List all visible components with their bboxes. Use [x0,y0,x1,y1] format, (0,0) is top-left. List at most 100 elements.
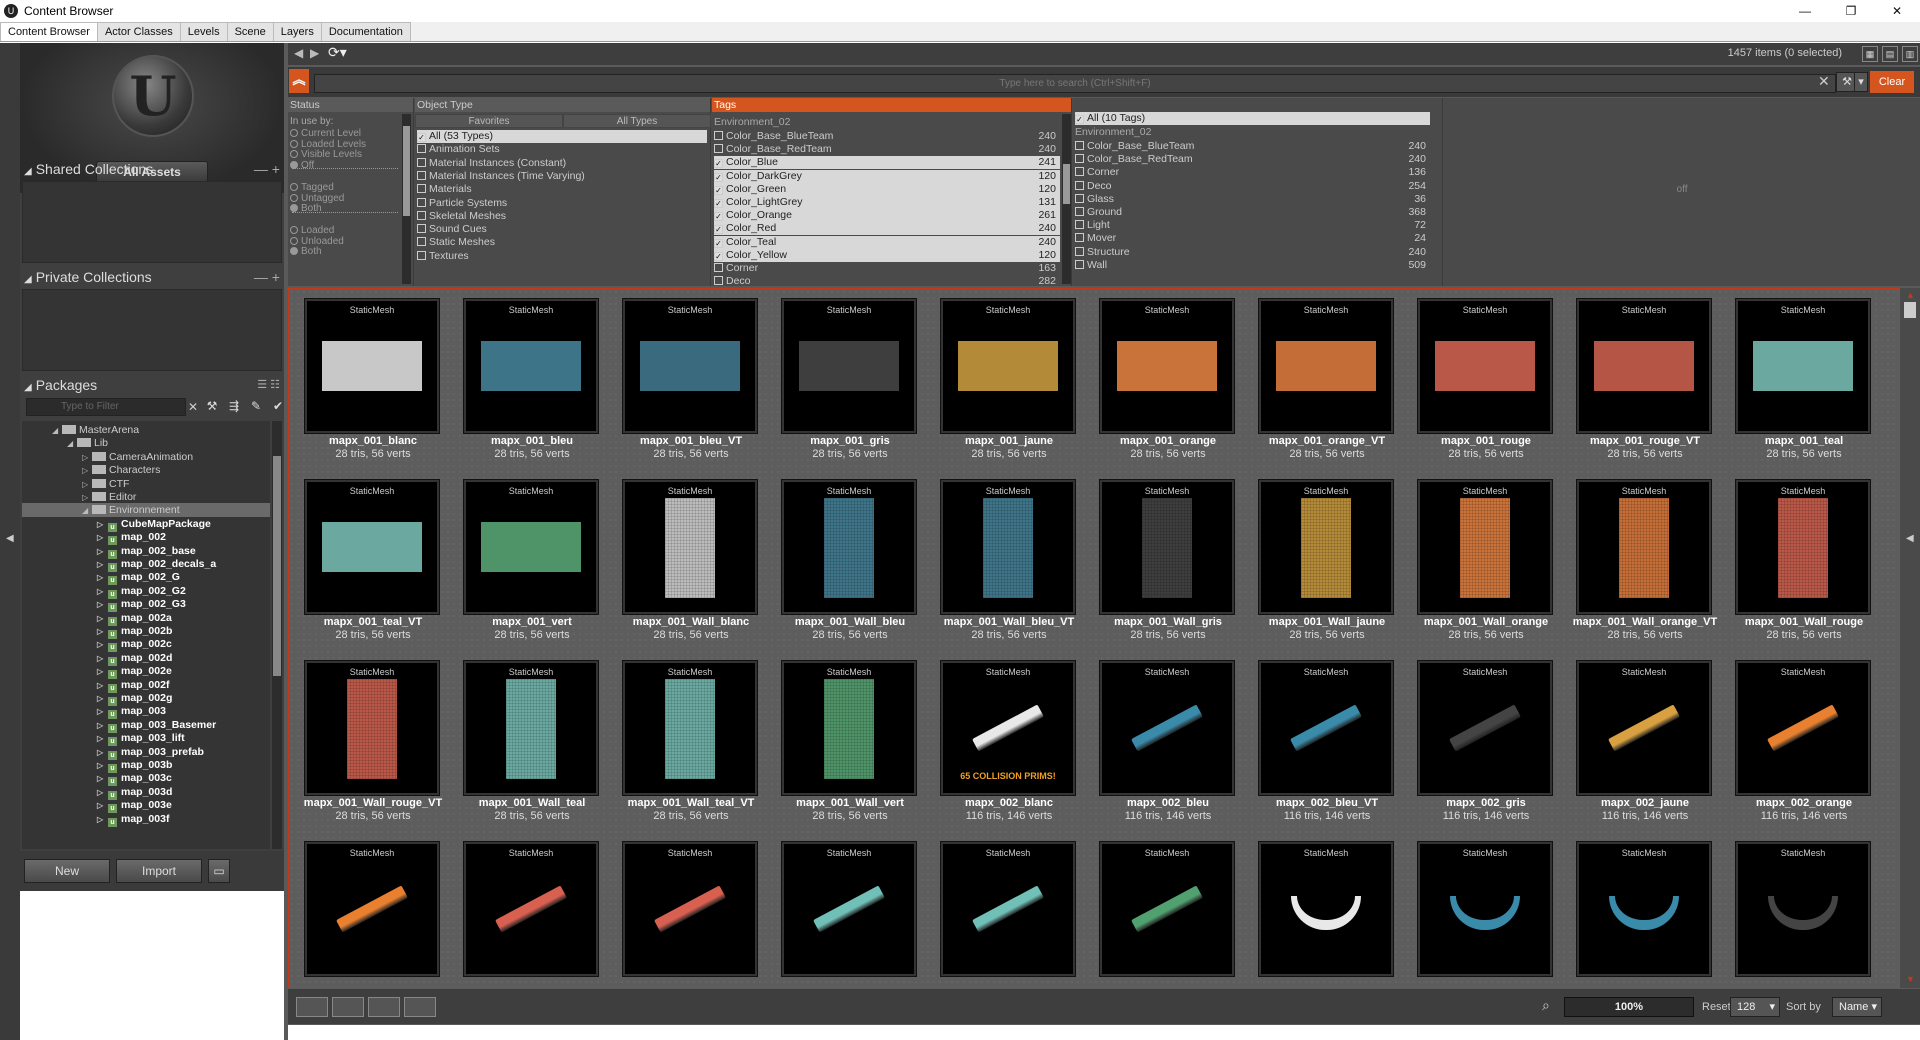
asset-tile[interactable]: StaticMesh mapx_001_Wall_bleu_VT 28 tris, … [941,480,1077,650]
asset-thumbnail[interactable]: StaticMesh [1100,299,1234,433]
asset-thumbnail[interactable]: StaticMesh [1259,842,1393,976]
radio-icon[interactable] [290,139,298,148]
tag-item[interactable]: Mover 24 [1075,232,1430,245]
asset-thumbnail[interactable]: StaticMesh [941,842,1075,976]
object-type-item[interactable]: Static Meshes [417,236,707,249]
checkbox-icon[interactable] [714,131,723,140]
collapse-right-icon[interactable]: ◀ [1906,533,1914,544]
forward-arrow-icon[interactable]: ▶ [310,46,319,60]
checkbox-icon[interactable] [417,237,426,247]
all-tags-toggle[interactable]: ✓ All (10 Tags) [1075,112,1430,125]
radio-icon[interactable] [290,193,298,202]
collapse-filters-icon[interactable]: ︽ [289,69,309,93]
shared-collections-header[interactable]: ◢ Shared Collections — + [20,159,284,179]
radio-icon[interactable] [290,204,298,212]
expand-triangle-icon[interactable]: ◢ [24,382,32,393]
asset-tile[interactable]: StaticMesh mapx_001_jaune 28 tris, 56 vert… [941,299,1077,469]
object-type-item[interactable]: Animation Sets [417,143,707,156]
tree-item[interactable]: ▷ u map_003 [22,704,270,721]
object-type-item[interactable]: Materials [417,183,707,196]
asset-thumbnail[interactable]: StaticMesh [1100,661,1234,795]
tag-item[interactable]: Corner 163 [714,262,1060,275]
tree-item[interactable]: ▷ u map_003e [22,798,270,815]
tag-item[interactable]: ✓ Color_Teal 240 [714,235,1060,249]
tag-item[interactable]: Corner 136 [1075,166,1430,179]
checkbox-icon[interactable] [417,197,426,207]
tree-item[interactable]: ▷ u map_002_base [22,544,270,560]
tree-item[interactable]: ▷ u map_002 [22,530,270,547]
tree-item[interactable]: ▷ CTF [22,477,270,491]
minimize-button[interactable]: — [1782,0,1828,22]
asset-tile[interactable]: StaticMesh mapx_001_Wall_orange 28 tris, 5… [1418,480,1554,650]
asset-tile[interactable]: StaticMesh mapx_001_orange_VT 28 tris, 56 … [1259,299,1395,469]
asset-tile[interactable]: StaticMesh [941,842,1077,987]
tab-scene[interactable]: Scene [226,22,274,41]
asset-tile[interactable]: StaticMesh mapx_001_rouge 28 tris, 56 vert… [1418,299,1554,469]
asset-tile[interactable]: StaticMesh mapx_001_Wall_gris 28 tris, 56 … [1100,480,1236,650]
tag-item[interactable]: ✓ Color_Red 240 [714,222,1060,236]
view-grid-icon[interactable] [404,997,436,1017]
asset-thumbnail[interactable]: StaticMesh [305,661,439,795]
expand-arrow-icon[interactable]: ▷ [97,813,107,827]
checkbox-icon[interactable] [1075,233,1084,243]
tree-item[interactable]: ▷ Editor [22,490,270,504]
asset-thumbnail[interactable]: StaticMesh [623,480,757,614]
asset-thumbnail[interactable]: StaticMesh [782,842,916,976]
expand-triangle-icon[interactable]: ◢ [24,166,32,177]
object-type-item[interactable]: Material Instances (Time Varying) [417,170,707,183]
asset-thumbnail[interactable]: StaticMesh [623,299,757,433]
radio-icon[interactable] [290,236,298,245]
scrollbar-thumb[interactable] [1063,164,1070,204]
asset-thumbnail[interactable]: StaticMesh 65 COLLISION PRIMS! [941,661,1075,795]
view-list-icon[interactable] [296,997,328,1017]
tag-item[interactable]: ✓ Color_Blue 241 [714,156,1060,170]
tags-scrollbar[interactable] [1062,114,1071,284]
tab-documentation[interactable]: Documentation [320,22,411,41]
asset-tile[interactable]: StaticMesh mapx_001_gris 28 tris, 56 verts [782,299,918,469]
asset-tile[interactable]: StaticMesh [1577,842,1713,987]
asset-thumbnail[interactable]: StaticMesh [1736,842,1870,976]
checkbox-icon[interactable]: ✓ [714,225,723,235]
asset-tile[interactable]: StaticMesh mapx_001_Wall_teal_VT 28 tris, … [623,661,759,831]
tag-item[interactable]: Color_Base_BlueTeam 240 [1075,140,1430,153]
tag-item[interactable]: Wall 509 [1075,259,1430,272]
asset-thumbnail[interactable]: StaticMesh [1418,299,1552,433]
asset-thumbnail[interactable]: StaticMesh [1259,661,1393,795]
tag-item[interactable]: Color_Base_RedTeam 240 [714,143,1060,156]
private-collections-controls[interactable]: — + [254,267,280,287]
checkbox-icon[interactable] [1075,207,1084,216]
asset-tile[interactable]: StaticMesh mapx_001_Wall_rouge_VT 28 tris,… [304,661,442,831]
zoom-slider[interactable]: 100% [1564,997,1694,1017]
tag-item[interactable]: ✓ Color_Green 120 [714,182,1060,196]
asset-tile[interactable]: StaticMesh mapx_002_orange 116 tris, 146 v… [1736,661,1872,831]
status-option[interactable]: Off [290,160,314,172]
tag-item[interactable]: Color_Base_BlueTeam 240 [714,130,1060,143]
checkbox-icon[interactable]: ✓ [714,159,723,169]
refresh-icon[interactable]: ⟳▾ [328,44,347,61]
asset-thumbnail[interactable]: StaticMesh [782,661,916,795]
asset-tile[interactable]: StaticMesh [1418,842,1554,987]
checkbox-icon[interactable] [417,184,426,194]
clear-filter-icon[interactable]: ✕ [188,398,202,416]
chevron-down-icon[interactable]: ▾ [1871,998,1877,1016]
scroll-up-icon[interactable]: ▲ [1906,290,1915,300]
asset-tile[interactable]: StaticMesh mapx_001_orange 28 tris, 56 ver… [1100,299,1236,469]
checkbox-icon[interactable] [417,210,426,220]
asset-tile[interactable]: StaticMesh mapx_001_teal 28 tris, 56 verts [1736,299,1872,469]
private-collections-header[interactable]: ◢ Private Collections — + [20,267,284,287]
tab-layers[interactable]: Layers [272,22,322,41]
asset-tile[interactable]: StaticMesh mapx_001_Wall_rouge 28 tris, 56… [1736,480,1872,650]
tree-item[interactable]: ▷ u map_003_Basemer [22,718,270,734]
checkbox-icon[interactable]: ✓ [714,185,723,195]
package-tree-scrollbar[interactable] [272,421,282,849]
asset-tile[interactable]: StaticMesh mapx_001_vert 28 tris, 56 verts [464,480,600,650]
asset-thumbnail[interactable]: StaticMesh [1577,480,1711,614]
asset-tile[interactable]: StaticMesh mapx_001_Wall_blanc 28 tris, 56… [623,480,759,650]
asset-tile[interactable]: StaticMesh [1259,842,1395,987]
asset-tile[interactable]: StaticMesh mapx_001_Wall_vert 28 tris, 56 … [782,661,918,831]
checkbox-icon[interactable]: ✓ [417,133,426,142]
clear-search-icon[interactable]: ✕ [1818,73,1830,90]
asset-thumbnail[interactable]: StaticMesh [305,842,439,976]
checkbox-icon[interactable] [1075,259,1084,269]
tag-item[interactable]: Structure 240 [1075,246,1430,259]
